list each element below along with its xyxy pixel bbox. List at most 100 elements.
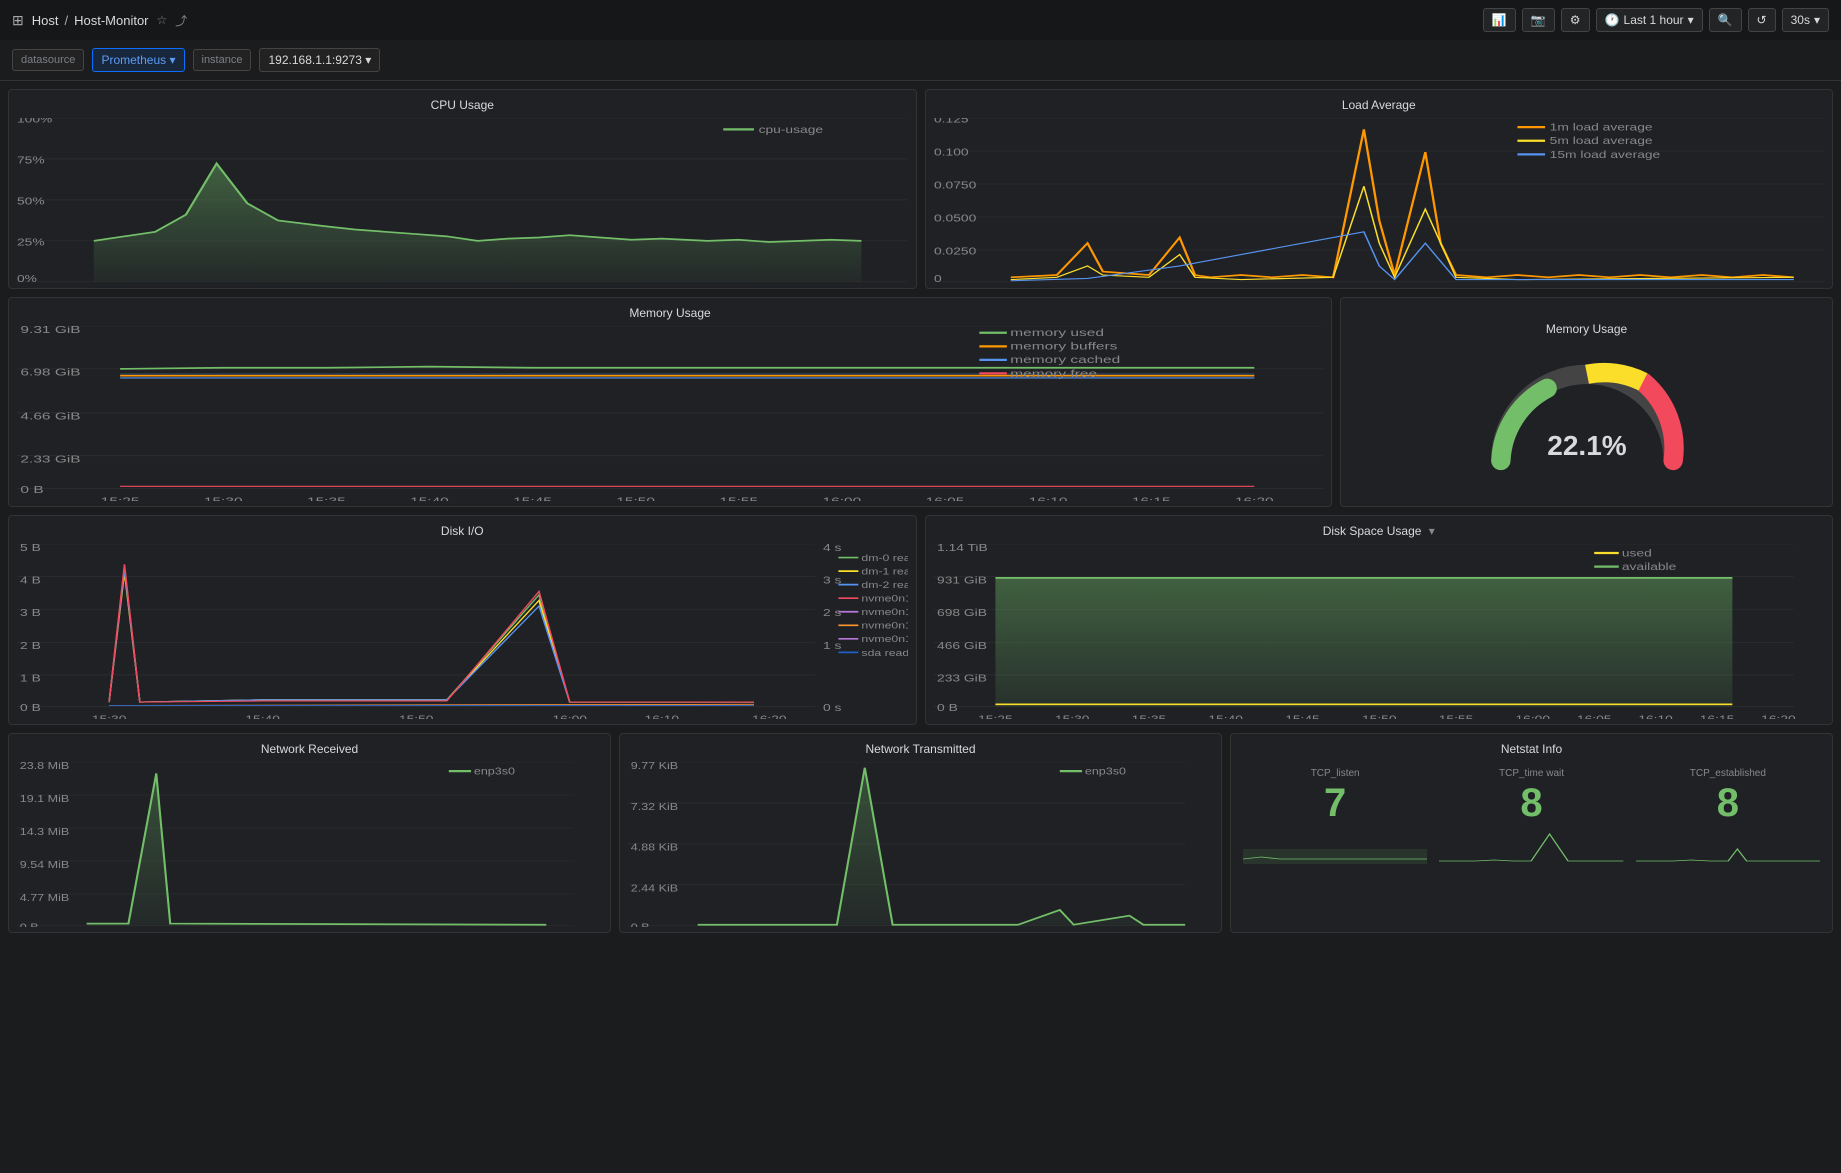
- svg-text:0 B: 0 B: [631, 922, 650, 927]
- network-transmitted-title: Network Transmitted: [628, 742, 1213, 756]
- svg-text:1 s: 1 s: [823, 640, 841, 652]
- zoom-out-button[interactable]: 🔍: [1709, 8, 1742, 32]
- time-range-button[interactable]: 🕐 Last 1 hour ▾: [1596, 8, 1703, 32]
- datasource-value: Prometheus: [101, 53, 166, 67]
- svg-text:15:30: 15:30: [1054, 713, 1089, 719]
- disk-space-title: Disk Space Usage ▾: [934, 524, 1825, 538]
- svg-text:15:40: 15:40: [245, 713, 280, 719]
- disk-space-chart: 1.14 TiB 931 GiB 698 GiB 466 GiB 233 GiB…: [934, 544, 1825, 719]
- chart-type-button[interactable]: 📊: [1483, 8, 1516, 32]
- netstat-value-established: 8: [1717, 783, 1739, 823]
- svg-text:15:30: 15:30: [92, 713, 127, 719]
- settings-button[interactable]: ⚙: [1561, 8, 1590, 32]
- svg-text:15:40: 15:40: [1208, 713, 1243, 719]
- svg-text:15:45: 15:45: [1285, 713, 1320, 719]
- load-average-chart: 0.125 0.100 0.0750 0.0500 0.0250 0 15:30…: [934, 118, 1825, 283]
- svg-text:15:35: 15:35: [307, 495, 346, 501]
- svg-text:enp3s0: enp3s0: [474, 766, 515, 777]
- svg-text:16:00: 16:00: [552, 713, 587, 719]
- svg-text:16:10: 16:10: [1029, 495, 1068, 501]
- svg-text:4.88 KiB: 4.88 KiB: [631, 843, 679, 854]
- memory-gauge-panel: Memory Usage 22.1%: [1340, 297, 1833, 507]
- netstat-item-timewait: TCP_time wait 8: [1435, 764, 1627, 868]
- svg-text:15:40: 15:40: [410, 495, 449, 501]
- load-average-panel: Load Average 0.125 0.100 0.0750 0.0500 0…: [925, 89, 1834, 289]
- svg-text:75%: 75%: [17, 154, 45, 166]
- svg-text:9.77 KiB: 9.77 KiB: [631, 762, 679, 772]
- svg-text:15:25: 15:25: [978, 713, 1013, 719]
- svg-text:16:20: 16:20: [1761, 713, 1796, 719]
- svg-text:16:05: 16:05: [926, 495, 965, 501]
- filter-bar: datasource Prometheus ▾ instance 192.168…: [0, 40, 1841, 81]
- svg-text:nvme0n1 read: nvme0n1 read: [861, 594, 907, 604]
- svg-text:nvme0n1p2 read: nvme0n1p2 read: [861, 621, 907, 631]
- netstat-grid: TCP_listen 7 TCP_time wait 8: [1239, 764, 1824, 868]
- disk-space-panel: Disk Space Usage ▾: [925, 515, 1834, 725]
- svg-text:0 s: 0 s: [823, 702, 841, 714]
- svg-text:7.32 KiB: 7.32 KiB: [631, 802, 679, 813]
- svg-text:0 B: 0 B: [937, 702, 958, 714]
- svg-text:nvme0n1p1 read: nvme0n1p1 read: [861, 608, 907, 618]
- svg-text:14.3 MiB: 14.3 MiB: [20, 827, 70, 838]
- row-3: Disk I/O 5 B 4 B 3 B 2 B 1 B 0 B: [8, 515, 1833, 725]
- svg-text:16:15: 16:15: [1699, 713, 1734, 719]
- svg-text:15m load average: 15m load average: [1549, 149, 1660, 161]
- refresh-rate-button[interactable]: 30s ▾: [1782, 8, 1829, 32]
- svg-text:2.33 GiB: 2.33 GiB: [20, 453, 80, 465]
- svg-text:0: 0: [934, 273, 942, 283]
- svg-text:25%: 25%: [17, 236, 45, 248]
- top-bar-left: ⊞ Host / Host-Monitor ☆ ⤴: [12, 12, 187, 29]
- row-4: Network Received: [8, 733, 1833, 933]
- svg-text:memory buffers: memory buffers: [1010, 340, 1118, 352]
- svg-text:15:45: 15:45: [513, 495, 552, 501]
- svg-text:available: available: [1621, 561, 1676, 573]
- svg-text:1m load average: 1m load average: [1549, 121, 1652, 133]
- svg-text:5m load average: 5m load average: [1549, 135, 1652, 147]
- disk-space-title-text: Disk Space Usage: [1323, 524, 1422, 538]
- svg-text:9.54 MiB: 9.54 MiB: [20, 860, 70, 871]
- svg-text:16:00: 16:00: [823, 495, 862, 501]
- svg-text:22.1%: 22.1%: [1547, 430, 1626, 461]
- netstat-value-listen: 7: [1324, 783, 1346, 823]
- svg-text:15:50: 15:50: [399, 713, 434, 719]
- share-icon[interactable]: ⤴: [175, 12, 187, 29]
- svg-text:15:50: 15:50: [616, 495, 655, 501]
- netstat-title: Netstat Info: [1239, 742, 1824, 756]
- netstat-label-established: TCP_established: [1690, 768, 1766, 779]
- breadcrumb-host[interactable]: Host: [32, 13, 59, 28]
- grid-icon: ⊞: [12, 12, 24, 29]
- network-transmitted-panel: Network Transmitted: [619, 733, 1222, 933]
- camera-button[interactable]: 📷: [1522, 8, 1555, 32]
- svg-text:used: used: [1621, 547, 1651, 559]
- row-1: CPU Usage 100%: [8, 89, 1833, 289]
- breadcrumb-sep: /: [64, 13, 68, 28]
- netstat-label-listen: TCP_listen: [1311, 768, 1360, 779]
- svg-text:memory cached: memory cached: [1010, 354, 1120, 366]
- svg-text:931 GiB: 931 GiB: [937, 574, 987, 586]
- cpu-usage-panel: CPU Usage 100%: [8, 89, 917, 289]
- svg-text:466 GiB: 466 GiB: [937, 640, 987, 652]
- svg-text:233 GiB: 233 GiB: [937, 673, 987, 685]
- datasource-select[interactable]: Prometheus ▾: [92, 48, 184, 72]
- network-received-panel: Network Received: [8, 733, 611, 933]
- instance-select[interactable]: 192.168.1.1:9273 ▾: [259, 48, 380, 72]
- netstat-chart-listen: [1243, 829, 1427, 864]
- svg-text:16:15: 16:15: [1132, 495, 1171, 501]
- star-icon[interactable]: ☆: [157, 13, 168, 27]
- svg-text:2.44 KiB: 2.44 KiB: [631, 884, 679, 895]
- datasource-label: datasource: [12, 49, 84, 71]
- instance-label: instance: [193, 49, 252, 71]
- disk-io-chart: 5 B 4 B 3 B 2 B 1 B 0 B: [17, 544, 908, 719]
- cpu-usage-chart: 100% 75% 50% 25% 0% 15:30 15:40 15:50 16…: [17, 118, 908, 283]
- netstat-panel: Netstat Info TCP_listen 7 TCP_time wait …: [1230, 733, 1833, 933]
- svg-text:0 B: 0 B: [20, 702, 41, 714]
- netstat-item-listen: TCP_listen 7: [1239, 764, 1431, 868]
- svg-text:4.77 MiB: 4.77 MiB: [20, 893, 70, 904]
- refresh-button[interactable]: ↺: [1748, 8, 1776, 32]
- memory-usage-line-title: Memory Usage: [17, 306, 1323, 320]
- svg-text:16:05: 16:05: [1576, 713, 1611, 719]
- svg-text:5 B: 5 B: [20, 544, 41, 553]
- network-received-title: Network Received: [17, 742, 602, 756]
- svg-text:50%: 50%: [17, 195, 45, 207]
- svg-text:dm-0 read: dm-0 read: [861, 553, 907, 563]
